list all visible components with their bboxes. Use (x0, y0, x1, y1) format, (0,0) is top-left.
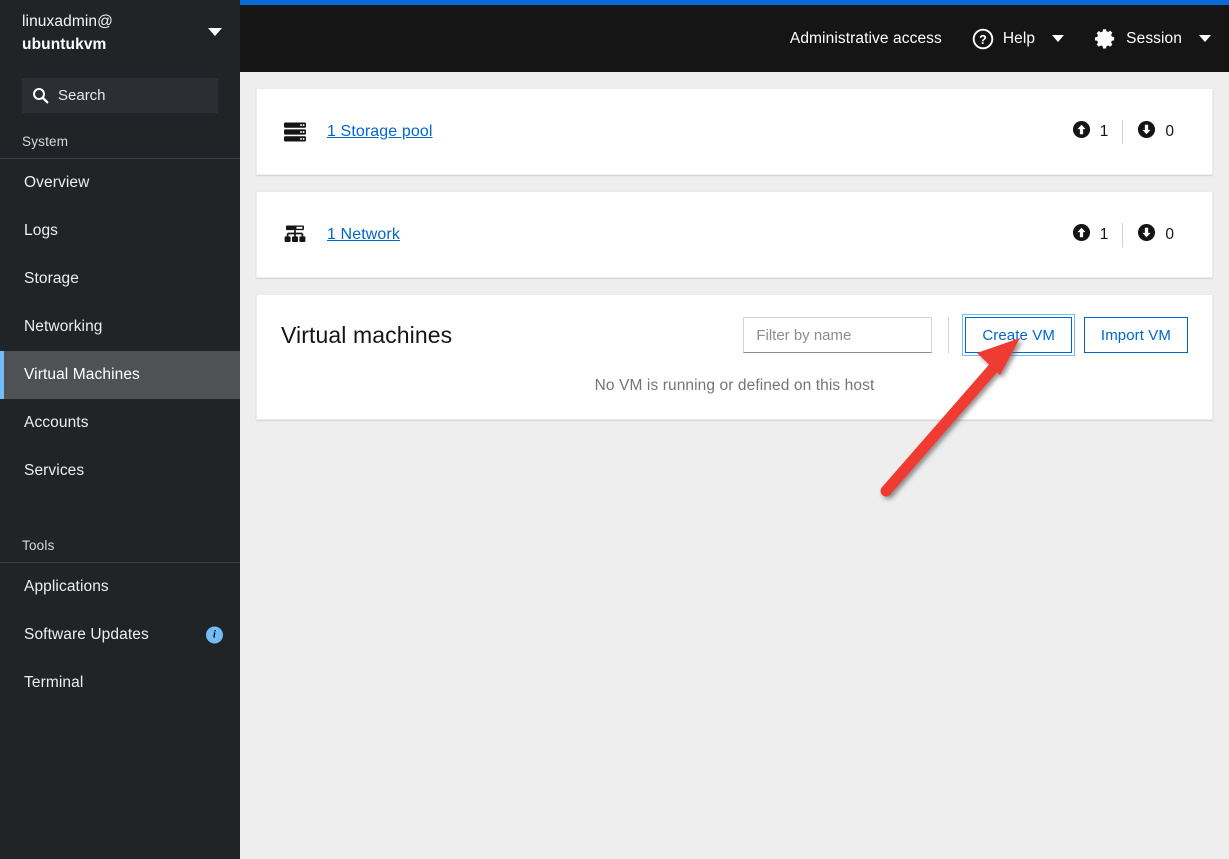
help-label: Help (1002, 29, 1036, 47)
sidebar-item-networking[interactable]: Networking (0, 303, 240, 351)
sidebar-item-label: Networking (24, 318, 103, 335)
arrow-up-circle-icon (1072, 223, 1091, 247)
networks-active-count: 1 (1099, 225, 1109, 243)
virtual-machines-empty-state: No VM is running or defined on this host (594, 377, 875, 394)
search-input-value: Search (58, 87, 106, 104)
info-badge-icon: i (206, 626, 223, 644)
help-menu[interactable]: ? Help (972, 28, 1065, 50)
sidebar-item-label: Accounts (24, 414, 89, 431)
sidebar: linuxadmin@ ubuntukvm Search System Over… (0, 0, 240, 859)
main-content: 1 Storage pool 1 0 1 Network 1 0 Virtual… (240, 72, 1229, 859)
sidebar-item-overview[interactable]: Overview (0, 159, 240, 207)
top-header: Administrative access ? Help Session (240, 0, 1229, 72)
network-row: 1 Network 1 0 (257, 192, 1212, 277)
arrow-down-circle-icon (1137, 120, 1156, 144)
sidebar-item-accounts[interactable]: Accounts (0, 399, 240, 447)
sidebar-item-label: Logs (24, 222, 59, 239)
storage-pools-active-count: 1 (1099, 122, 1109, 140)
import-vm-button[interactable]: Import VM (1083, 317, 1188, 353)
networks-inactive-count: 0 (1165, 225, 1174, 243)
sidebar-item-applications[interactable]: Applications (0, 563, 240, 611)
session-label: Session (1126, 29, 1182, 47)
network-icon (281, 221, 327, 249)
network-card: 1 Network 1 0 (256, 191, 1213, 278)
arrow-up-circle-icon (1072, 120, 1091, 144)
chevron-down-icon[interactable] (208, 28, 222, 36)
sidebar-item-storage[interactable]: Storage (0, 255, 240, 303)
storage-pool-link[interactable]: 1 Storage pool (327, 123, 432, 141)
arrow-down-circle-icon (1137, 223, 1156, 247)
chevron-down-icon[interactable] (1052, 35, 1065, 42)
chevron-down-icon[interactable] (1199, 35, 1211, 42)
search-input[interactable]: Search (22, 78, 218, 113)
question-circle-icon: ? (972, 28, 994, 50)
nav-section-tools-label: Tools (22, 538, 55, 553)
storage-pools-inactive-count: 0 (1165, 122, 1174, 140)
sidebar-item-label: Storage (24, 270, 79, 287)
host-switcher[interactable]: linuxadmin@ ubuntukvm (0, 0, 240, 70)
gear-icon (1094, 27, 1117, 50)
top-accent-bar (240, 0, 1229, 5)
page-title: Virtual machines (281, 321, 453, 348)
storage-counters: 1 0 (1058, 119, 1188, 144)
storage-pools-active-counter: 1 (1058, 120, 1123, 144)
sidebar-item-label: Overview (24, 174, 90, 191)
toolbar-divider (948, 317, 950, 353)
virtual-machines-toolbar: Virtual machines Create VM Import VM (257, 295, 1212, 371)
network-counters: 1 0 (1058, 222, 1188, 247)
content-region: Administrative access ? Help Session 1 S… (240, 0, 1229, 859)
search-icon (32, 87, 49, 104)
storage-pool-card: 1 Storage pool 1 0 (256, 88, 1213, 175)
networks-active-counter: 1 (1058, 223, 1123, 247)
sidebar-item-label: Applications (24, 578, 109, 595)
sidebar-item-terminal[interactable]: Terminal (0, 659, 240, 707)
sidebar-item-services[interactable]: Services (0, 447, 240, 495)
networks-inactive-counter: 0 (1123, 223, 1188, 247)
host-user-label: linuxadmin@ (22, 13, 113, 30)
sidebar-item-virtual-machines[interactable]: Virtual Machines (0, 351, 240, 399)
sidebar-item-label: Virtual Machines (24, 366, 140, 383)
storage-pool-icon (281, 118, 327, 146)
create-vm-button[interactable]: Create VM (965, 317, 1072, 353)
sidebar-item-label: Software Updates (24, 626, 149, 643)
administrative-access-label: Administrative access (789, 29, 942, 47)
cockpit-window: linuxadmin@ ubuntukvm Search System Over… (0, 0, 1229, 859)
sidebar-item-logs[interactable]: Logs (0, 207, 240, 255)
administrative-access-button[interactable]: Administrative access (790, 30, 942, 48)
sidebar-item-label: Terminal (24, 674, 84, 691)
session-menu[interactable]: Session (1094, 27, 1211, 50)
virtual-machines-card: Virtual machines Create VM Import VM No … (256, 294, 1213, 420)
sidebar-item-label: Services (24, 462, 85, 479)
storage-pools-inactive-counter: 0 (1123, 120, 1188, 144)
sidebar-item-software-updates[interactable]: Software Updates i (0, 611, 240, 659)
svg-text:?: ? (979, 32, 987, 46)
network-link[interactable]: 1 Network (327, 226, 400, 244)
nav-section-system-label: System (22, 134, 69, 149)
host-name-label: ubuntukvm (22, 36, 107, 53)
storage-pool-row: 1 Storage pool 1 0 (257, 89, 1212, 174)
filter-by-name-input[interactable] (743, 317, 933, 353)
